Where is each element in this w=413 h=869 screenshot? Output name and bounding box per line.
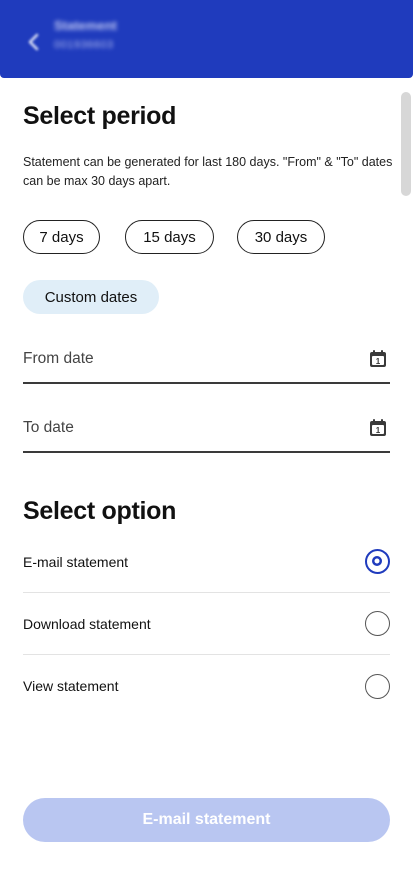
option-label: E-mail statement: [23, 553, 129, 570]
scrollbar[interactable]: [401, 92, 411, 196]
email-statement-button[interactable]: E-mail statement: [23, 798, 390, 842]
option-view-statement[interactable]: View statement: [23, 655, 390, 717]
select-period-title: Select period: [23, 102, 177, 130]
header-title: Statement: [54, 18, 117, 33]
chip-7-days[interactable]: 7 days: [23, 220, 100, 254]
radio-unselected[interactable]: [365, 611, 390, 636]
to-date-field[interactable]: To date 1: [23, 401, 390, 453]
header-titles: Statement 001936603: [54, 18, 117, 51]
calendar-icon[interactable]: 1: [368, 418, 388, 438]
from-date-label: From date: [23, 350, 94, 367]
calendar-icon[interactable]: 1: [368, 349, 388, 369]
chip-30-days[interactable]: 30 days: [237, 220, 325, 254]
svg-text:1: 1: [376, 426, 381, 435]
option-label: Download statement: [23, 615, 151, 632]
custom-dates-chip[interactable]: Custom dates: [23, 280, 159, 314]
option-email-statement[interactable]: E-mail statement: [23, 531, 390, 593]
radio-unselected[interactable]: [365, 673, 390, 699]
back-button[interactable]: [22, 30, 46, 54]
statement-screen: Statement 001936603 Select period Statem…: [0, 0, 413, 869]
option-label: View statement: [23, 678, 119, 694]
period-description: Statement can be generated for last 180 …: [23, 155, 393, 188]
select-option-title: Select option: [23, 497, 177, 525]
option-download-statement[interactable]: Download statement: [23, 593, 390, 655]
from-date-field[interactable]: From date 1: [23, 332, 390, 384]
header-subtitle: 001936603: [54, 39, 114, 51]
to-date-label: To date: [23, 419, 74, 436]
app-header: Statement 001936603: [0, 0, 413, 78]
chip-15-days[interactable]: 15 days: [125, 220, 214, 254]
svg-text:1: 1: [376, 357, 381, 366]
radio-selected[interactable]: [365, 549, 390, 574]
chevron-left-icon: [28, 33, 39, 51]
